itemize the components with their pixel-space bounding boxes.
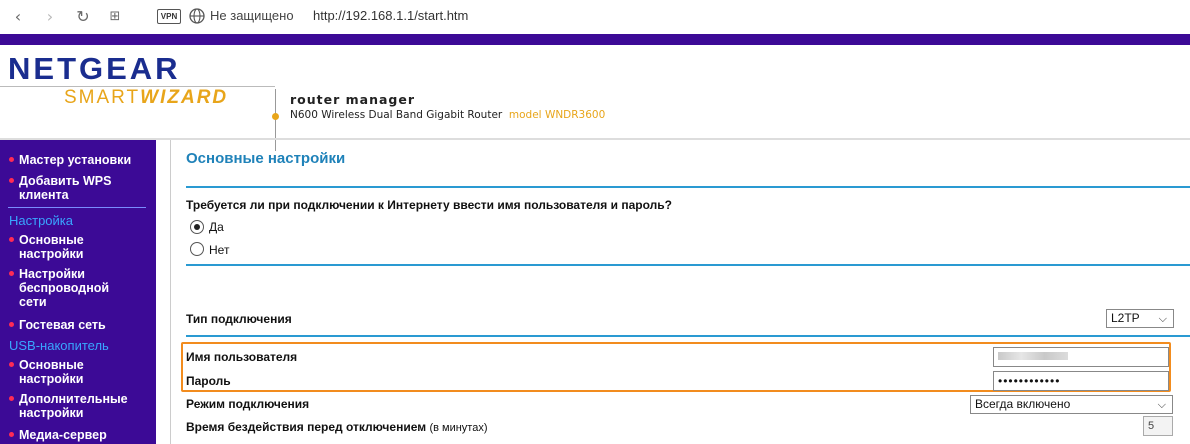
browser-toolbar: ‹ › ↻ ⊞ VPN Не защищено http://192.168.1… (0, 0, 1190, 34)
bullet-icon (9, 271, 14, 277)
back-icon[interactable]: ‹ (7, 6, 29, 28)
bullet-icon (9, 178, 14, 184)
radio-no[interactable] (190, 242, 204, 256)
smart-text: SMART (64, 87, 141, 108)
radio-yes-label[interactable]: Да (209, 220, 224, 234)
connection-divider (186, 335, 1190, 337)
router-model: model WNDR3600 (508, 109, 606, 121)
sidebar-section-usb: USB-накопитель (9, 338, 109, 353)
connection-mode-label: Режим подключения (186, 397, 310, 411)
page-title: Основные настройки (186, 150, 346, 167)
radio-no-label[interactable]: Нет (209, 243, 229, 257)
router-description: N600 Wireless Dual Band Gigabit Router m… (290, 109, 605, 121)
bullet-icon (9, 322, 14, 328)
address-bar[interactable]: http://192.168.1.1/start.htm (313, 8, 468, 23)
question-divider (186, 264, 1190, 266)
bullet-icon (9, 157, 14, 163)
bullet-icon (9, 362, 14, 368)
connection-type-label: Тип подключения (186, 312, 292, 326)
idle-timeout-input[interactable]: 5 (1143, 416, 1173, 436)
bullet-icon (9, 396, 14, 402)
sidebar: Мастер установки Добавить WPS клиента Нас… (0, 140, 156, 444)
reload-icon[interactable]: ↻ (72, 6, 94, 28)
sidebar-separator (8, 207, 146, 208)
sidebar-item-basic-settings[interactable]: Основные настройки (9, 233, 84, 261)
chevron-down-icon: ⌵ (1157, 398, 1166, 411)
header-dot (272, 113, 279, 120)
forward-icon[interactable]: › (39, 6, 61, 28)
smartwizard-logo: SMARTWIZARD (64, 87, 228, 109)
sidebar-item-setup-wizard[interactable]: Мастер установки (9, 153, 131, 167)
connection-mode-select[interactable]: Всегда включено ⌵ (970, 395, 1173, 414)
apps-grid-icon[interactable]: ⊞ (104, 6, 126, 28)
router-header: NETGEAR SMARTWIZARD (0, 45, 1190, 139)
blurred-username (998, 352, 1068, 360)
bullet-icon (9, 432, 14, 438)
vpn-badge[interactable]: VPN (157, 9, 181, 24)
login-required-question: Требуется ли при подключении к Интернету… (186, 198, 672, 212)
main-content: Основные настройки Требуется ли при подк… (170, 140, 1190, 444)
bullet-icon (9, 237, 14, 243)
netgear-logo: NETGEAR (8, 51, 181, 86)
sidebar-item-usb-basic[interactable]: Основные настройки (9, 358, 84, 386)
main-frame-border (170, 140, 171, 444)
sidebar-section-setup: Настройка (9, 213, 73, 228)
product-name: router manager (290, 92, 416, 107)
title-divider (186, 186, 1190, 188)
top-purple-bar (0, 34, 1190, 45)
wizard-text: WIZARD (140, 87, 229, 108)
sidebar-item-media-server[interactable]: Медиа-сервер (9, 428, 107, 442)
sidebar-item-add-wps[interactable]: Добавить WPS клиента (9, 174, 112, 202)
security-status[interactable]: Не защищено (210, 8, 294, 23)
globe-icon (189, 8, 205, 24)
chevron-down-icon: ⌵ (1158, 312, 1167, 325)
router-desc-text: N600 Wireless Dual Band Gigabit Router (290, 109, 503, 121)
password-label: Пароль (186, 374, 231, 388)
connection-type-select[interactable]: L2TP ⌵ (1106, 309, 1174, 328)
password-field[interactable]: •••••••••••• (993, 371, 1169, 391)
idle-timeout-label: Время бездействия перед отключением (в м… (186, 420, 488, 434)
radio-yes[interactable] (190, 220, 204, 234)
sidebar-item-usb-advanced[interactable]: Дополнительные настройки (9, 392, 128, 420)
sidebar-item-wireless-settings[interactable]: Настройки беспроводной сети (9, 267, 109, 309)
username-label: Имя пользователя (186, 350, 298, 364)
username-field[interactable] (993, 347, 1169, 367)
sidebar-item-guest-network[interactable]: Гостевая сеть (9, 318, 106, 332)
